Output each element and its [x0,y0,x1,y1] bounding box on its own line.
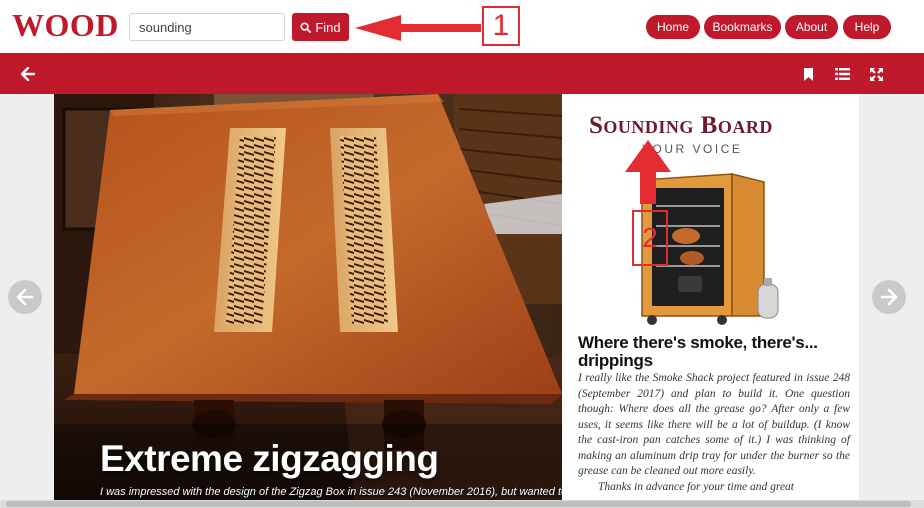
article-headline-left: Extreme zigzagging [100,438,439,479]
next-page-button[interactable] [872,280,906,314]
article-intro-left: I was impressed with the design of the Z… [100,486,562,498]
arrow-right-icon [880,288,898,306]
search-icon [300,21,312,33]
nav-bookmarks-button[interactable]: Bookmarks [704,15,781,39]
annotation-label-2: 2 [632,210,668,266]
article-title: Where there's smoke, there's... dripping… [578,333,818,370]
article-paragraph: I really like the Smoke Shack project fe… [578,372,850,477]
section-title: Sounding Board [589,112,773,139]
fullscreen-icon[interactable] [867,65,885,83]
find-label: Find [315,19,341,35]
scrollbar-thumb[interactable] [6,501,911,507]
nav-help-button[interactable]: Help [843,15,891,39]
list-icon[interactable] [833,65,851,83]
reader-toolbar [0,53,924,94]
arrow-left-icon [16,288,34,306]
annotation-arrow-left-icon [355,15,481,41]
find-button[interactable]: Find [292,13,349,41]
wood-logo[interactable]: WOOD [12,7,119,44]
nav-about-button[interactable]: About [785,15,838,39]
magazine-page-right: Sounding Board YOUR VOICE 2 Where there'… [562,94,859,500]
annotation-label-1: 1 [482,6,520,46]
magazine-page-left: Extreme zigzagging I was impressed with … [54,94,562,500]
back-arrow-icon[interactable] [19,65,37,83]
horizontal-scrollbar[interactable] [0,500,924,508]
article-body: I really like the Smoke Shack project fe… [578,371,850,495]
search-input[interactable] [129,13,285,41]
bookmark-icon[interactable] [799,65,817,83]
annotation-arrow-up-icon [625,140,671,204]
previous-page-button[interactable] [8,280,42,314]
nav-home-button[interactable]: Home [646,15,700,39]
article-paragraph: Thanks in advance for your time and grea… [598,480,795,493]
